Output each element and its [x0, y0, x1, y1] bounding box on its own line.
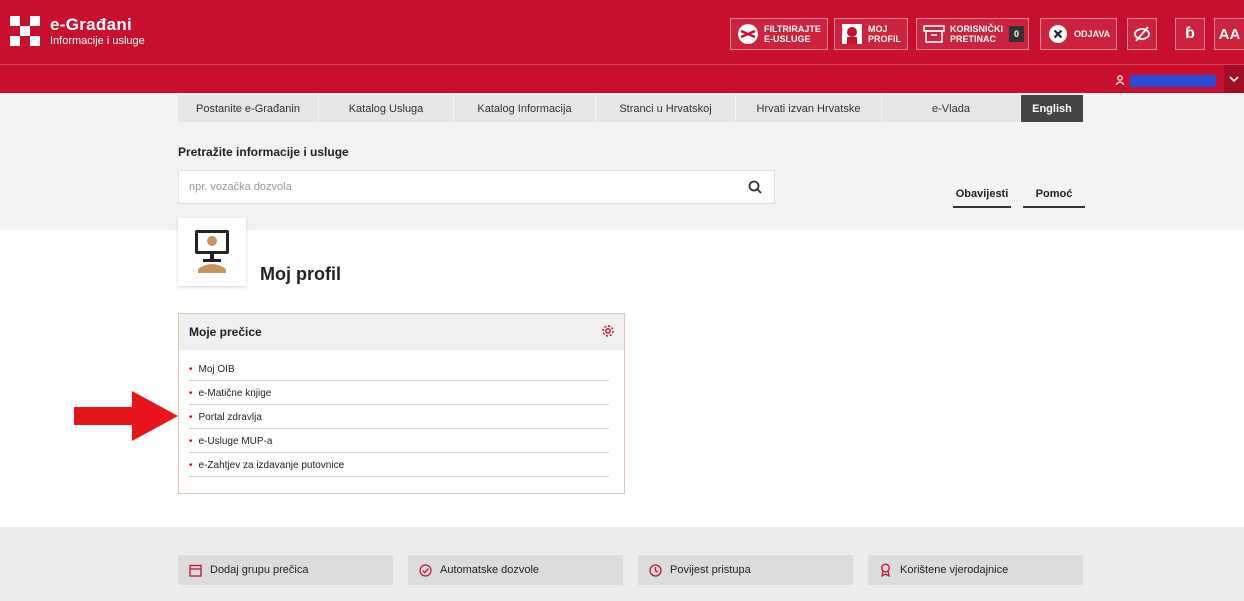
- globe-icon: [736, 22, 760, 46]
- footer-actions: Dodaj grupu prečica Automatske dozvole P…: [0, 527, 1244, 601]
- nav-tab-croats-abroad[interactable]: Hrvati izvan Hrvatske: [736, 95, 882, 122]
- navigation-area: Postanite e-Građanin Katalog Usluga Kata…: [0, 93, 1244, 230]
- redacted-user-name: [1130, 75, 1216, 87]
- hide-images-button[interactable]: [1127, 18, 1157, 50]
- user-menu-toggle[interactable]: [1224, 65, 1244, 93]
- shortcut-list: • Moj OIB • e-Matične knjige • Portal zdrav…: [179, 350, 624, 477]
- used-credentials-button[interactable]: Korištene vjerodajnice: [868, 555, 1083, 585]
- profile-icon: [840, 22, 864, 46]
- search-box: [178, 170, 775, 204]
- font-size-button[interactable]: AA: [1214, 18, 1244, 50]
- shortcut-e-registers[interactable]: • e-Matične knjige: [189, 381, 609, 405]
- shortcut-health-portal[interactable]: • Portal zdravlja: [189, 405, 609, 429]
- user-bar: [0, 64, 1244, 93]
- nav-tab-e-government[interactable]: e-Vlada: [882, 95, 1021, 122]
- page-title: Moj profil: [260, 264, 341, 284]
- nav-tab-english[interactable]: English: [1021, 95, 1084, 122]
- shortcut-mup-eservices[interactable]: • e-Usluge MUP-a: [189, 429, 609, 453]
- add-shortcut-group-button[interactable]: Dodaj grupu prečica: [178, 555, 393, 585]
- user-icon: [1115, 72, 1125, 90]
- calendar-icon: [188, 563, 202, 577]
- shortcuts-panel: Moje prečice • Moj OIB • e-Matične knjige …: [178, 313, 625, 494]
- site-title: e-Građani: [50, 15, 133, 34]
- award-icon: [878, 563, 892, 577]
- shortcuts-title: Moje prečice: [189, 325, 262, 339]
- gear-icon[interactable]: [601, 324, 615, 341]
- shortcut-passport-request[interactable]: • e-Zahtjev za izdavanje putovnice: [189, 453, 609, 477]
- nav-tab-become-citizen[interactable]: Postanite e-Građanin: [178, 95, 319, 122]
- eye-off-icon: [1130, 22, 1154, 46]
- notices-link[interactable]: Obavijesti: [953, 188, 1011, 208]
- main-nav: Postanite e-Građanin Katalog Usluga Kata…: [178, 95, 1084, 122]
- check-circle-icon: [418, 563, 432, 577]
- chevron-down-icon: [1229, 70, 1239, 88]
- automatic-permissions-button[interactable]: Automatske dozvole: [408, 555, 623, 585]
- site-logo[interactable]: e-Građani Informacije i usluge: [10, 16, 145, 48]
- filter-eservices-button[interactable]: FILTRIRAJTE E-USLUGE: [730, 18, 828, 50]
- inbox-icon: [922, 22, 946, 46]
- profile-avatar: [178, 218, 246, 286]
- user-menu[interactable]: [1115, 72, 1216, 90]
- nav-tab-information-catalog[interactable]: Katalog Informacija: [454, 95, 596, 122]
- my-profile-button[interactable]: MOJ PROFIL: [834, 18, 908, 50]
- clock-icon: [648, 563, 662, 577]
- shortcut-my-oib[interactable]: • Moj OIB: [189, 357, 609, 381]
- help-link[interactable]: Pomoć: [1023, 188, 1085, 208]
- search-input[interactable]: [179, 171, 739, 203]
- close-icon: [1046, 22, 1070, 46]
- inbox-count-badge: 0: [1009, 26, 1025, 42]
- search-title: Pretražite informacije i usluge: [178, 145, 349, 159]
- search-icon[interactable]: [748, 180, 762, 199]
- logout-button[interactable]: ODJAVA: [1040, 18, 1118, 50]
- red-arrow-annotation-icon: [74, 391, 178, 441]
- dyslexia-icon: ɓ: [1185, 25, 1195, 42]
- top-header: e-Građani Informacije i usluge FILTRIRAJ…: [0, 0, 1244, 64]
- access-history-button[interactable]: Povijest pristupa: [638, 555, 853, 585]
- nav-tab-foreigners[interactable]: Stranci u Hrvatskoj: [596, 95, 736, 122]
- dyslexia-font-button[interactable]: ɓ: [1175, 18, 1205, 50]
- user-inbox-button[interactable]: KORISNIČKI PRETINAC 0: [916, 18, 1030, 50]
- site-subtitle: Informacije i usluge: [50, 35, 145, 47]
- font-size-icon: AA: [1218, 25, 1241, 43]
- nav-tab-service-catalog[interactable]: Katalog Usluga: [319, 95, 454, 122]
- shortcuts-header: Moje prečice: [179, 314, 624, 350]
- computer-user-icon: [195, 230, 229, 273]
- checkerboard-logo-icon: [10, 16, 40, 46]
